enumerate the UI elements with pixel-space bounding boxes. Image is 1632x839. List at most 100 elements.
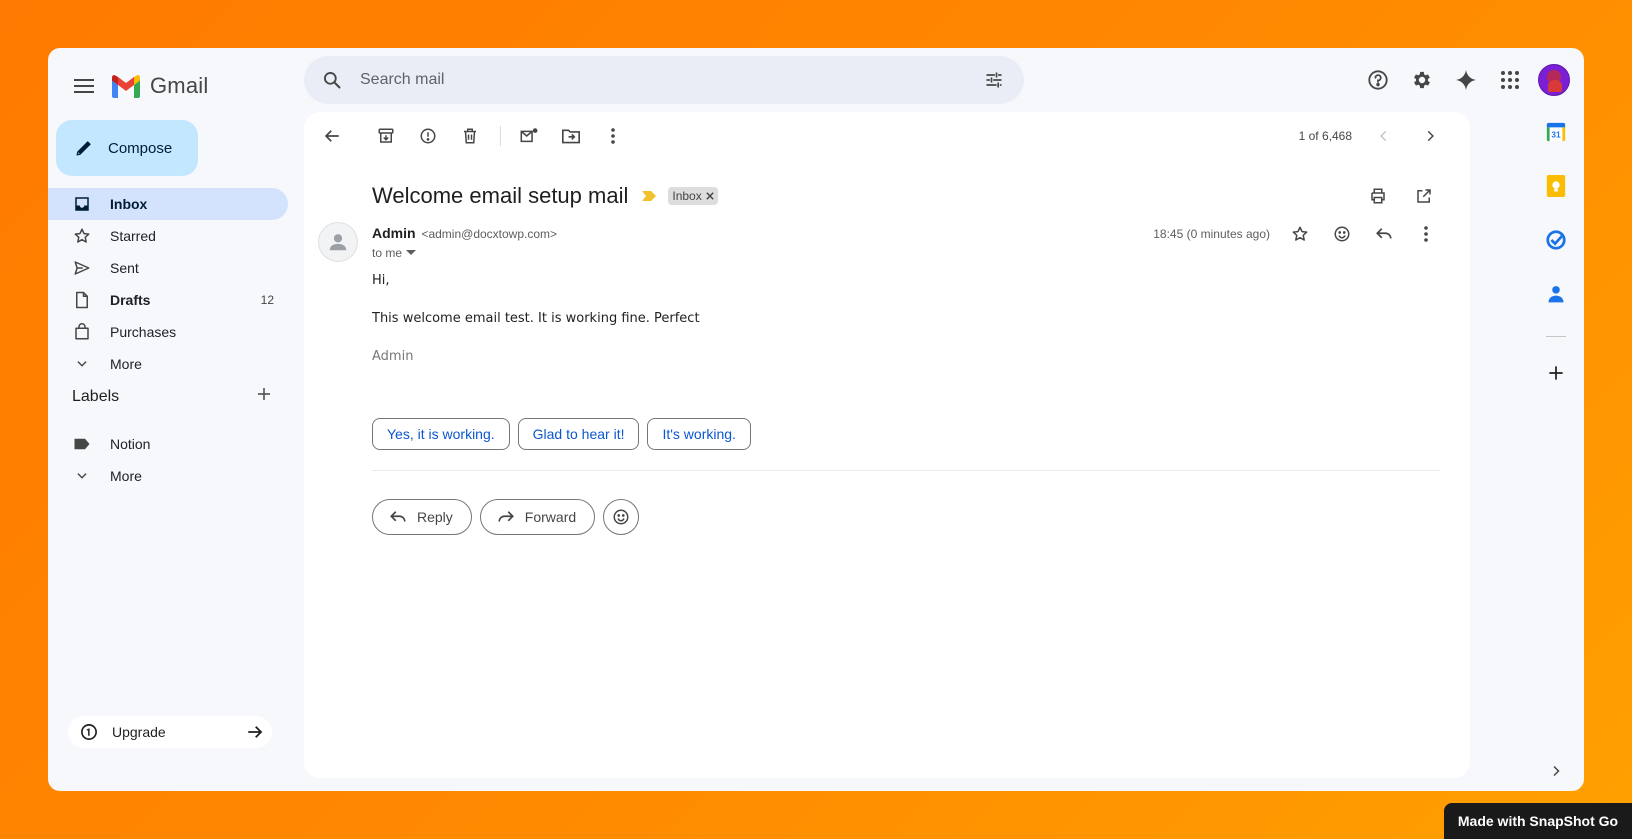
message-toolbar xyxy=(312,116,1454,156)
body-signature: Admin xyxy=(372,349,414,364)
search-input[interactable] xyxy=(360,71,970,89)
sender-avatar[interactable] xyxy=(318,222,358,262)
keep-notes-icon[interactable] xyxy=(1536,166,1576,206)
forward-arrow-icon xyxy=(498,511,514,522)
sidebar-item-sent[interactable]: Sent xyxy=(48,252,288,284)
compose-button[interactable]: Compose xyxy=(56,120,198,176)
reply-label: Reply xyxy=(417,509,453,525)
svg-text:31: 31 xyxy=(1551,131,1561,140)
account-avatar[interactable] xyxy=(1538,64,1570,96)
label-item-more[interactable]: More xyxy=(48,460,288,492)
archive-icon[interactable] xyxy=(366,116,406,156)
upgrade-button[interactable]: Upgrade xyxy=(68,716,272,748)
expand-panel-chevron-icon[interactable] xyxy=(1536,751,1576,791)
sidebar-item-label: Drafts xyxy=(110,292,151,308)
tasks-icon[interactable] xyxy=(1536,220,1576,260)
side-panel-divider xyxy=(1546,336,1566,337)
inbox-label-chip[interactable]: Inbox xyxy=(668,187,718,205)
sidebar-item-drafts[interactable]: Drafts 12 xyxy=(48,284,288,316)
smart-reply-button[interactable]: Glad to hear it! xyxy=(517,418,640,450)
chevron-right-icon[interactable] xyxy=(1410,116,1450,156)
sidebar-item-more[interactable]: More xyxy=(48,348,288,380)
sidebar-item-purchases[interactable]: Purchases xyxy=(48,316,288,348)
pencil-icon xyxy=(76,141,91,156)
main-menu-button[interactable] xyxy=(64,66,104,106)
subject-actions xyxy=(1358,176,1446,216)
calendar-icon[interactable]: 31 xyxy=(1536,112,1576,152)
back-arrow-icon[interactable] xyxy=(312,116,352,156)
contacts-icon[interactable] xyxy=(1536,274,1576,314)
sidebar-nav: Inbox Starred Sent Drafts 12 Purchases M… xyxy=(48,188,288,380)
add-label-plus-icon[interactable] xyxy=(256,386,272,407)
upgrade-badge-icon xyxy=(81,724,97,740)
label-item-label: Notion xyxy=(110,436,151,452)
pagination: 1 of 6,468 xyxy=(1299,116,1452,156)
caret-down-icon[interactable] xyxy=(406,250,417,256)
add-reaction-emoji-icon[interactable] xyxy=(1322,214,1362,254)
person-placeholder-icon xyxy=(329,234,347,251)
sidebar-item-count: 12 xyxy=(260,293,274,307)
side-panel: 31 xyxy=(1528,112,1584,791)
delete-trash-icon[interactable] xyxy=(450,116,490,156)
message-subject: Welcome email setup mail xyxy=(372,183,629,208)
remove-label-x-icon[interactable] xyxy=(706,192,714,200)
hamburger-menu-icon xyxy=(74,79,94,93)
label-item-label: More xyxy=(110,468,142,484)
sidebar-item-starred[interactable]: Starred xyxy=(48,220,288,252)
sidebar-item-label: More xyxy=(110,356,142,372)
labels-header: Labels xyxy=(72,386,272,407)
star-icon xyxy=(72,226,92,246)
reply-arrow-icon xyxy=(390,511,406,522)
arrow-right-icon xyxy=(246,723,264,741)
more-vert-icon[interactable] xyxy=(1406,214,1446,254)
move-to-folder-icon[interactable] xyxy=(551,116,591,156)
importance-marker-icon[interactable] xyxy=(642,190,657,202)
forward-label: Forward xyxy=(524,509,577,525)
add-reaction-button[interactable] xyxy=(603,499,640,535)
star-icon[interactable] xyxy=(1280,214,1320,254)
sidebar-item-label: Inbox xyxy=(110,196,148,212)
smart-reply-button[interactable]: It's working. xyxy=(647,418,751,450)
smart-reply-button[interactable]: Yes, it is working. xyxy=(372,418,510,450)
open-new-window-icon[interactable] xyxy=(1404,176,1444,216)
mark-unread-icon[interactable] xyxy=(509,116,549,156)
chevron-left-icon[interactable] xyxy=(1364,116,1404,156)
search-icon[interactable] xyxy=(308,56,356,104)
top-right-actions xyxy=(1358,60,1570,100)
add-addon-plus-icon[interactable] xyxy=(1536,353,1576,393)
report-spam-icon[interactable] xyxy=(408,116,448,156)
recipient-text: to me xyxy=(372,246,403,260)
settings-gear-icon[interactable] xyxy=(1402,60,1442,100)
labels-title: Labels xyxy=(72,387,120,405)
message-meta: 18:45 (0 minutes ago) xyxy=(1153,214,1448,254)
more-vert-icon[interactable] xyxy=(593,116,633,156)
sidebar-item-label: Sent xyxy=(110,260,139,276)
pager-text: 1 of 6,468 xyxy=(1298,129,1352,143)
subject-row: Welcome email setup mail Inbox xyxy=(372,176,1446,216)
search-bar[interactable] xyxy=(304,56,1024,104)
sidebar-item-inbox[interactable]: Inbox xyxy=(48,188,288,220)
chevron-down-icon xyxy=(72,466,92,486)
smart-replies: Yes, it is working. Glad to hear it! It'… xyxy=(372,418,751,450)
search-options-tune-icon[interactable] xyxy=(970,56,1018,104)
sender-name[interactable]: Admin xyxy=(372,225,416,241)
sender-line: Admin <admin@docxtowp.com> xyxy=(372,225,557,241)
reply-actions: Reply Forward xyxy=(372,499,640,535)
label-chip-text: Inbox xyxy=(672,189,702,203)
apps-grid-icon[interactable] xyxy=(1490,60,1530,100)
toolbar-divider xyxy=(500,126,501,146)
gmail-logo[interactable]: Gmail xyxy=(110,66,208,106)
gemini-sparkle-icon[interactable] xyxy=(1446,60,1486,100)
help-icon[interactable] xyxy=(1358,60,1398,100)
message-body: Hi, This welcome email test. It is worki… xyxy=(372,272,700,386)
recipient-details[interactable]: to me xyxy=(372,246,417,260)
emoji-icon xyxy=(613,509,629,525)
compose-label: Compose xyxy=(108,139,173,157)
forward-button[interactable]: Forward xyxy=(479,499,596,535)
label-item-notion[interactable]: Notion xyxy=(48,428,288,460)
send-icon xyxy=(72,258,92,278)
reply-button[interactable]: Reply xyxy=(372,499,472,535)
print-icon[interactable] xyxy=(1358,176,1398,216)
draft-icon xyxy=(72,290,92,310)
reply-arrow-icon[interactable] xyxy=(1364,214,1404,254)
